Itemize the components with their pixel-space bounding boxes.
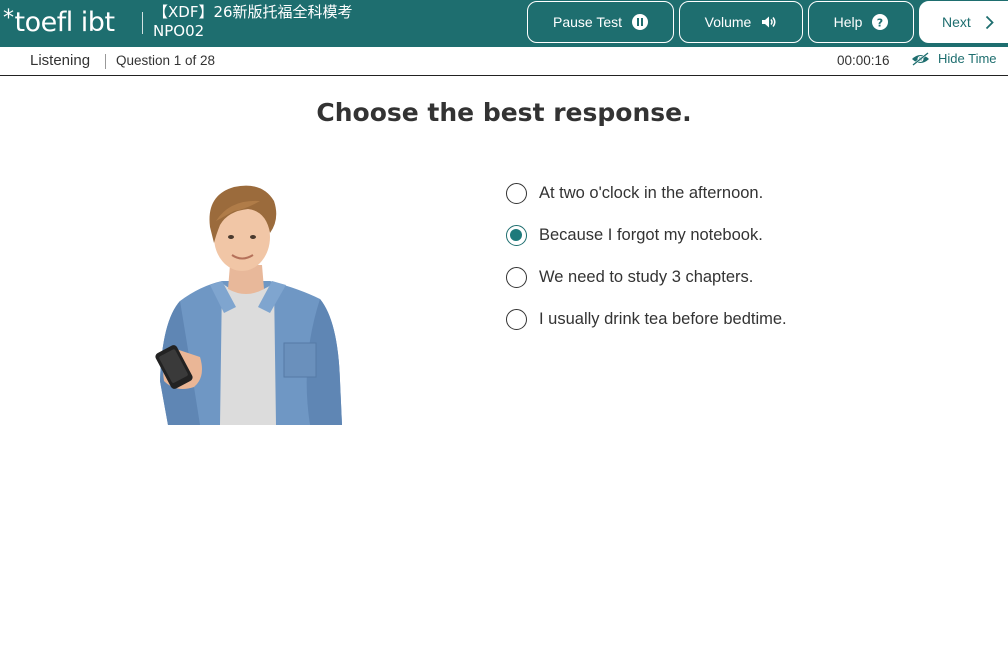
answer-option-label: We need to study 3 chapters. — [539, 267, 754, 286]
answer-option-label: At two o'clock in the afternoon. — [539, 183, 764, 202]
question-instruction: Choose the best response. — [316, 98, 692, 127]
radio-button-1[interactable] — [506, 182, 527, 204]
radio-button-3[interactable] — [506, 266, 527, 288]
answer-option-1[interactable]: At two o'clock in the afternoon. — [506, 181, 787, 205]
toefl-logo: *toefl ibt — [3, 6, 115, 38]
hide-time-button[interactable]: Hide Time — [911, 51, 997, 66]
chevron-right-icon — [985, 15, 994, 30]
section-name: Listening — [30, 52, 91, 69]
next-label: Next — [942, 14, 971, 30]
radio-button-2[interactable] — [506, 224, 527, 246]
volume-button[interactable]: Volume — [679, 1, 803, 43]
logo-divider — [142, 12, 143, 34]
speaker-icon — [761, 15, 777, 29]
next-button[interactable]: Next — [919, 1, 1008, 43]
help-label: Help — [833, 14, 863, 30]
test-title: 【XDF】26新版托福全科模考 NPO02 — [153, 3, 353, 41]
pause-test-button[interactable]: Pause Test — [527, 1, 674, 43]
eye-slash-icon — [912, 51, 929, 66]
pause-circle-icon — [632, 14, 648, 30]
question-counter: Question 1 of 28 — [116, 53, 216, 68]
student-photo — [155, 185, 342, 425]
pause-test-label: Pause Test — [552, 14, 622, 30]
svg-text:?: ? — [877, 16, 883, 29]
status-bar: Listening Question 1 of 28 00:00:16 Hide… — [0, 47, 1008, 76]
test-title-line2: NPO02 — [153, 22, 205, 40]
status-divider — [105, 54, 106, 69]
answer-option-2[interactable]: Because I forgot my notebook. — [506, 223, 787, 247]
help-button[interactable]: Help ? — [808, 1, 914, 43]
hide-time-label: Hide Time — [938, 51, 997, 66]
top-bar: *toefl ibt 【XDF】26新版托福全科模考 NPO02 Pause T… — [0, 0, 1008, 47]
radio-button-4[interactable] — [506, 308, 527, 330]
answer-option-label: I usually drink tea before bedtime. — [539, 309, 787, 328]
answer-option-3[interactable]: We need to study 3 chapters. — [506, 265, 787, 289]
question-circle-icon: ? — [872, 14, 889, 30]
volume-label: Volume — [704, 14, 752, 30]
test-title-line1: 【XDF】26新版托福全科模考 — [153, 3, 353, 21]
answer-options: At two o'clock in the afternoon. Because… — [506, 181, 787, 349]
timer: 00:00:16 — [837, 53, 890, 68]
answer-option-4[interactable]: I usually drink tea before bedtime. — [506, 307, 787, 331]
answer-option-label: Because I forgot my notebook. — [539, 225, 763, 244]
